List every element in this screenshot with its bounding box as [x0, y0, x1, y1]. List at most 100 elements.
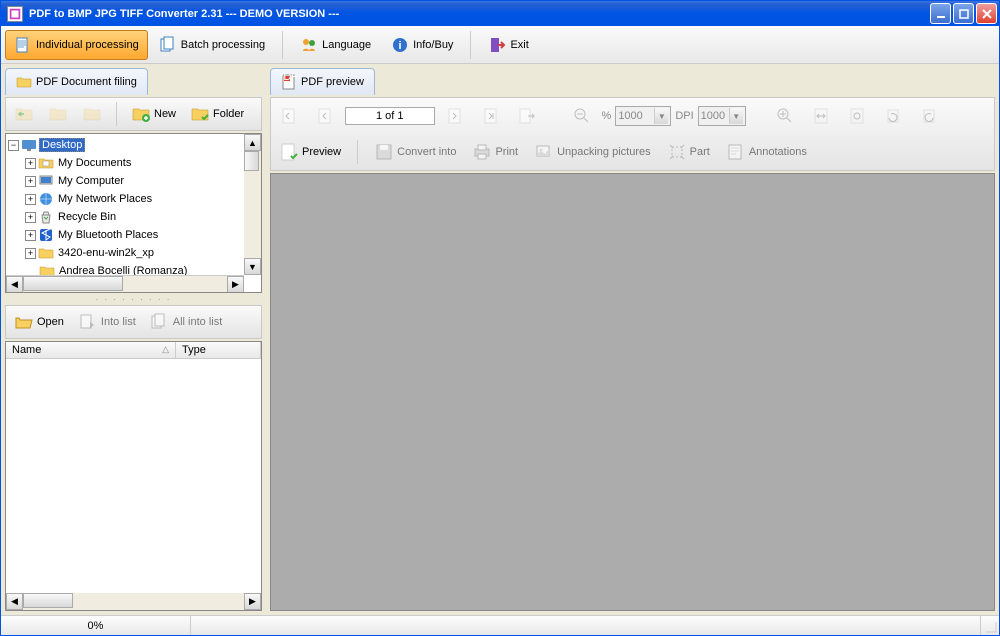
- preview-area: [270, 173, 995, 611]
- nav-up-button[interactable]: [76, 100, 108, 128]
- tab-pdf-preview[interactable]: PDF PDF preview: [270, 68, 375, 95]
- title-bar[interactable]: PDF to BMP JPG TIFF Converter 2.31 --- D…: [1, 1, 999, 26]
- nav-back-button[interactable]: [8, 100, 40, 128]
- scroll-left-button[interactable]: ◀: [6, 593, 23, 610]
- svg-text:PDF: PDF: [281, 74, 297, 83]
- preview-toolbar: 1 of 1 % ▼ DPI ▼: [270, 97, 995, 171]
- maximize-button[interactable]: [953, 3, 974, 24]
- tree-label: My Network Places: [56, 193, 154, 205]
- annotations-button[interactable]: Annotations: [720, 138, 813, 166]
- collapse-icon[interactable]: −: [8, 140, 19, 151]
- zoom-out-button[interactable]: [566, 102, 598, 130]
- tab-document-filing[interactable]: PDF Document filing: [5, 68, 148, 95]
- goto-page-button[interactable]: [511, 102, 543, 130]
- tree-node[interactable]: + My Network Places: [8, 190, 259, 208]
- dropdown-icon[interactable]: ▼: [729, 108, 743, 124]
- dpi-label: DPI: [675, 110, 693, 122]
- open-toolbar: Open Into list All into list: [5, 305, 262, 339]
- tree-root[interactable]: − Desktop: [8, 136, 259, 154]
- close-button[interactable]: [976, 3, 997, 24]
- computer-icon: [38, 173, 54, 189]
- part-button[interactable]: Part: [661, 138, 716, 166]
- scroll-left-button[interactable]: ◀: [6, 276, 23, 293]
- info-button[interactable]: i Info/Buy: [382, 30, 462, 60]
- right-pane: PDF PDF preview 1 of 1 % ▼ DPI: [266, 64, 999, 615]
- new-button[interactable]: New: [125, 100, 182, 128]
- zoom-percent-input[interactable]: ▼: [615, 106, 671, 126]
- next-page-button[interactable]: [439, 102, 471, 130]
- minimize-button[interactable]: [930, 3, 951, 24]
- scroll-right-button[interactable]: ▶: [244, 593, 261, 610]
- folder-button[interactable]: Folder: [184, 100, 250, 128]
- all-into-list-button[interactable]: All into list: [144, 308, 229, 336]
- scroll-up-button[interactable]: ▲: [244, 134, 261, 151]
- folder-icon: [16, 74, 32, 90]
- first-page-button[interactable]: [273, 102, 305, 130]
- tree-node[interactable]: +Recycle Bin: [8, 208, 259, 226]
- open-button[interactable]: Open: [8, 308, 70, 336]
- individual-processing-button[interactable]: Individual processing: [5, 30, 148, 60]
- rotate-right-button[interactable]: [913, 102, 945, 130]
- expand-icon[interactable]: +: [25, 212, 36, 223]
- folder-forward-icon: [48, 104, 68, 124]
- goto-icon: [517, 106, 537, 126]
- expand-icon[interactable]: +: [25, 194, 36, 205]
- nav-forward-button[interactable]: [42, 100, 74, 128]
- all-into-list-label: All into list: [173, 316, 223, 328]
- zoom-out-icon: [572, 106, 592, 126]
- unpack-button[interactable]: Unpacking pictures: [528, 138, 657, 166]
- desktop-icon: [21, 137, 37, 153]
- into-list-button[interactable]: Into list: [72, 308, 142, 336]
- splitter[interactable]: · · · · · · · · ·: [5, 295, 262, 303]
- folder-tree[interactable]: − Desktop +My Documents +My Computer +My…: [5, 133, 262, 293]
- batch-processing-button[interactable]: Batch processing: [150, 30, 274, 60]
- scroll-right-button[interactable]: ▶: [227, 276, 244, 293]
- window-title: PDF to BMP JPG TIFF Converter 2.31 --- D…: [27, 8, 930, 20]
- fit-width-button[interactable]: [805, 102, 837, 130]
- tree-vscrollbar[interactable]: ▲ ▼: [244, 134, 261, 275]
- column-type[interactable]: Type: [176, 342, 261, 358]
- rotate-right-icon: [919, 106, 939, 126]
- list-hscrollbar[interactable]: ◀ ▶: [6, 593, 261, 610]
- list-body: [6, 359, 261, 593]
- progress-cell: 0%: [1, 616, 191, 635]
- tree-node[interactable]: +My Documents: [8, 154, 259, 172]
- resize-grip[interactable]: [981, 617, 999, 635]
- zoom-in-button[interactable]: [769, 102, 801, 130]
- last-page-icon: [481, 106, 501, 126]
- file-list[interactable]: Name △ Type ◀ ▶: [5, 341, 262, 611]
- language-button[interactable]: Language: [291, 30, 380, 60]
- separator: [282, 31, 283, 59]
- tree-hscrollbar[interactable]: ◀ ▶: [6, 275, 244, 292]
- folder-check-icon: [190, 104, 210, 124]
- column-name[interactable]: Name △: [6, 342, 176, 358]
- into-list-label: Into list: [101, 316, 136, 328]
- scroll-down-button[interactable]: ▼: [244, 258, 261, 275]
- last-page-button[interactable]: [475, 102, 507, 130]
- part-label: Part: [690, 146, 710, 158]
- tree-node[interactable]: +My Bluetooth Places: [8, 226, 259, 244]
- progress-text: 0%: [88, 620, 104, 632]
- dpi-input[interactable]: ▼: [698, 106, 746, 126]
- prev-page-button[interactable]: [309, 102, 341, 130]
- tab-label: PDF Document filing: [36, 76, 137, 88]
- expand-icon[interactable]: +: [25, 230, 36, 241]
- expand-icon[interactable]: +: [25, 248, 36, 259]
- tree-node[interactable]: +3420-enu-win2k_xp: [8, 244, 259, 262]
- print-button[interactable]: Print: [466, 138, 524, 166]
- exit-button[interactable]: Exit: [479, 30, 537, 60]
- expand-icon[interactable]: +: [25, 158, 36, 169]
- expand-icon[interactable]: +: [25, 176, 36, 187]
- images-icon: [534, 142, 554, 162]
- info-icon: i: [391, 36, 409, 54]
- folder-up-icon: [82, 104, 102, 124]
- prev-page-icon: [315, 106, 335, 126]
- rotate-left-button[interactable]: [877, 102, 909, 130]
- convert-button[interactable]: Convert into: [368, 138, 462, 166]
- dropdown-icon[interactable]: ▼: [654, 108, 668, 124]
- fit-page-button[interactable]: [841, 102, 873, 130]
- preview-button[interactable]: Preview: [273, 138, 347, 166]
- tree-node[interactable]: +My Computer: [8, 172, 259, 190]
- rotate-left-icon: [883, 106, 903, 126]
- svg-text:i: i: [399, 40, 402, 52]
